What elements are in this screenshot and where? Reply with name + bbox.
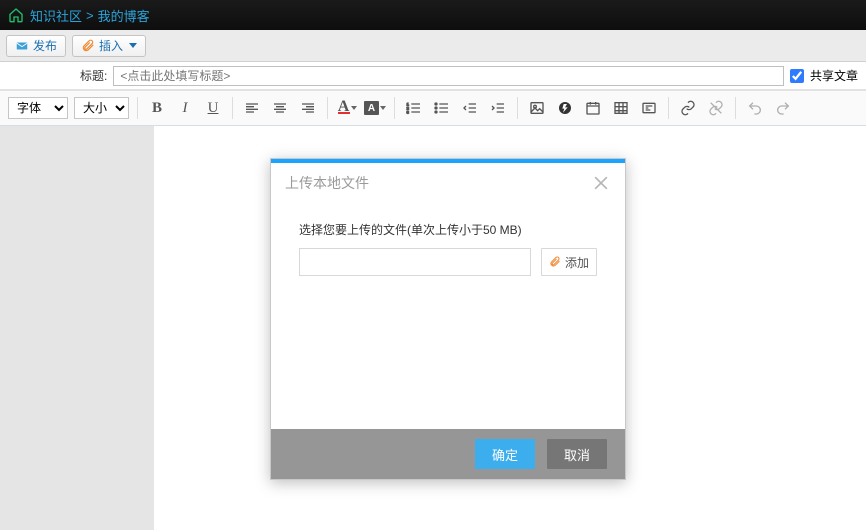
- attachment-icon: [549, 256, 561, 268]
- cancel-button[interactable]: 取消: [547, 439, 607, 469]
- title-input[interactable]: [113, 66, 784, 86]
- modal-header: 上传本地文件: [271, 163, 625, 203]
- bg-color-button[interactable]: A: [364, 97, 386, 119]
- redo-button[interactable]: [772, 97, 794, 119]
- size-select[interactable]: 大小: [74, 97, 129, 119]
- action-bar: 发布 插入: [0, 30, 866, 62]
- caret-down-icon: [380, 106, 386, 110]
- italic-button[interactable]: I: [174, 97, 196, 119]
- svg-text:3: 3: [407, 109, 410, 114]
- image-button[interactable]: [526, 97, 548, 119]
- title-bar: 标题: 共享文章: [0, 62, 866, 90]
- align-right-button[interactable]: [297, 97, 319, 119]
- close-button[interactable]: [591, 173, 611, 193]
- ok-button[interactable]: 确定: [475, 439, 535, 469]
- home-icon: [8, 7, 24, 23]
- caret-down-icon: [129, 43, 137, 48]
- insert-button[interactable]: 插入: [72, 35, 146, 57]
- toolbar-divider: [517, 97, 518, 119]
- add-file-button[interactable]: 添加: [541, 248, 597, 276]
- calendar-button[interactable]: [582, 97, 604, 119]
- file-row: 添加: [299, 248, 597, 276]
- toolbar-divider: [327, 97, 328, 119]
- ordered-list-button[interactable]: 123: [403, 97, 425, 119]
- upload-hint: 选择您要上传的文件(单次上传小于50 MB): [299, 221, 597, 238]
- link-community[interactable]: 知识社区: [30, 6, 82, 25]
- publish-label: 发布: [33, 37, 57, 54]
- font-select[interactable]: 字体: [8, 97, 68, 119]
- insert-label: 插入: [99, 37, 123, 54]
- toolbar-divider: [137, 97, 138, 119]
- link-myblog[interactable]: 我的博客: [98, 6, 150, 25]
- link-button[interactable]: [677, 97, 699, 119]
- title-label: 标题:: [80, 67, 107, 84]
- undo-button[interactable]: [744, 97, 766, 119]
- table-button[interactable]: [610, 97, 632, 119]
- bold-button[interactable]: B: [146, 97, 168, 119]
- modal-title: 上传本地文件: [285, 173, 369, 193]
- code-button[interactable]: [638, 97, 660, 119]
- publish-button[interactable]: 发布: [6, 35, 66, 57]
- share-label: 共享文章: [810, 67, 858, 84]
- underline-button[interactable]: U: [202, 97, 224, 119]
- caret-down-icon: [351, 106, 357, 110]
- text-color-button[interactable]: A: [336, 97, 358, 119]
- unordered-list-button[interactable]: [431, 97, 453, 119]
- close-icon: [591, 173, 611, 193]
- editor-toolbar: 字体 大小 B I U A A 123: [0, 90, 866, 126]
- add-file-label: 添加: [565, 254, 589, 271]
- unlink-button[interactable]: [705, 97, 727, 119]
- outdent-button[interactable]: [459, 97, 481, 119]
- toolbar-divider: [394, 97, 395, 119]
- sidebar-panel: [0, 126, 154, 530]
- align-center-button[interactable]: [269, 97, 291, 119]
- align-left-button[interactable]: [241, 97, 263, 119]
- top-header: 知识社区 > 我的博客: [0, 0, 866, 30]
- modal-body: 选择您要上传的文件(单次上传小于50 MB) 添加: [271, 203, 625, 429]
- toolbar-divider: [735, 97, 736, 119]
- breadcrumb-separator: >: [86, 8, 94, 23]
- toolbar-divider: [668, 97, 669, 119]
- modal-footer: 确定 取消: [271, 429, 625, 479]
- upload-modal: 上传本地文件 选择您要上传的文件(单次上传小于50 MB) 添加 确定 取消: [270, 158, 626, 480]
- file-path-input[interactable]: [299, 248, 531, 276]
- attachment-icon: [81, 39, 95, 53]
- envelope-icon: [15, 39, 29, 53]
- share-checkbox[interactable]: [790, 69, 804, 83]
- indent-button[interactable]: [487, 97, 509, 119]
- toolbar-divider: [232, 97, 233, 119]
- flash-button[interactable]: [554, 97, 576, 119]
